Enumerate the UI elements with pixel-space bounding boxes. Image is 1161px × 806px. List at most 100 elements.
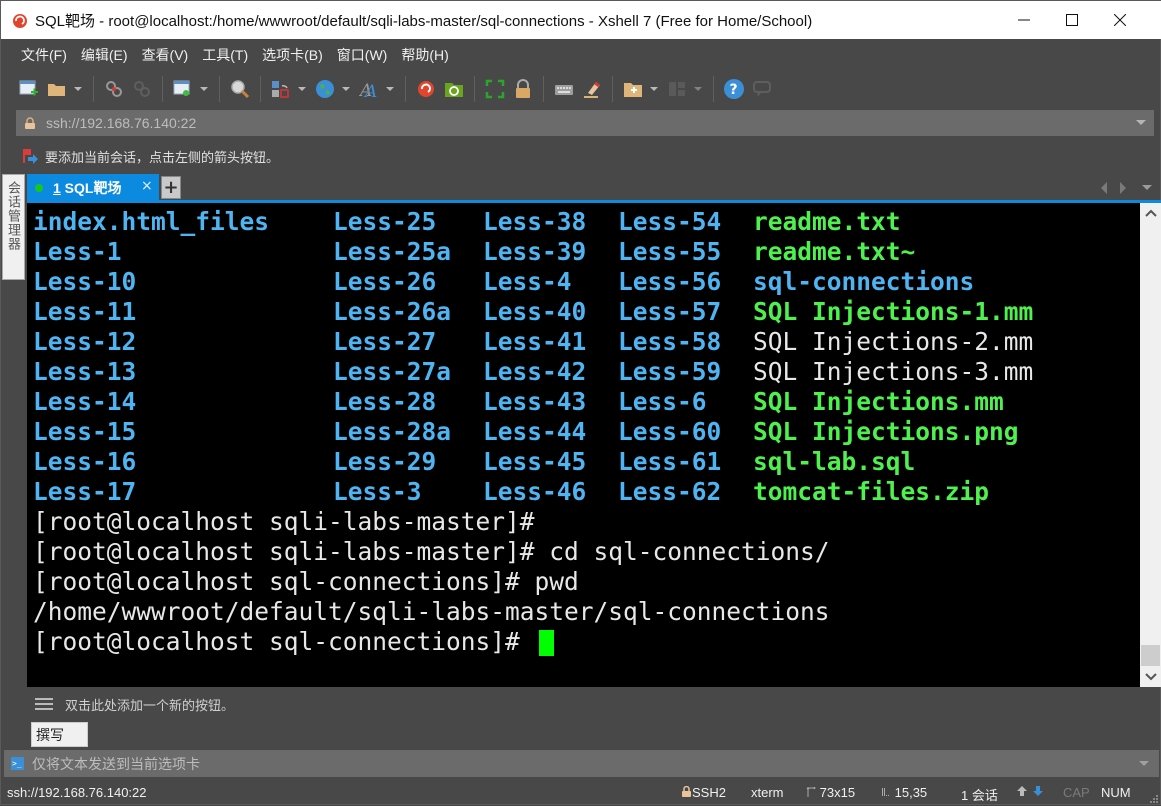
tab-scroll-right-icon[interactable]: [1120, 182, 1126, 194]
keyboard-button[interactable]: [552, 77, 576, 101]
terminal-file-entry: readme.txt~: [753, 237, 916, 266]
tab-scroll-left-icon[interactable]: [1101, 182, 1107, 194]
terminal-line-text: [root@localhost sqli-labs-master]#: [33, 507, 535, 536]
toolbar-separator: [474, 76, 475, 102]
session-properties-button[interactable]: [171, 77, 195, 101]
cursor-position-icon: [882, 788, 889, 796]
terminal-file-entry: SQL Injections-2.mm: [753, 327, 1034, 356]
new-folder-dropdown[interactable]: [649, 77, 659, 101]
terminal-file-entry: SQL Injections-1.mm: [753, 297, 1034, 326]
chevron-down-icon: [1144, 673, 1157, 681]
menu-help[interactable]: 帮助(H): [401, 45, 448, 65]
menu-icon[interactable]: [35, 697, 53, 711]
terminal-file-entry: Less-17: [33, 477, 137, 506]
help-button[interactable]: ?: [722, 77, 746, 101]
open-button[interactable]: [45, 77, 69, 101]
menu-file[interactable]: 文件(F): [21, 45, 67, 65]
terminal-file-entry: SQL Injections.png: [753, 417, 1019, 446]
address-bar[interactable]: ssh://192.168.76.140:22: [16, 110, 1154, 136]
terminal-file-entry: Less-28: [333, 387, 437, 416]
layout-dropdown: [693, 77, 703, 101]
toolbar-separator: [219, 76, 220, 102]
maximize-button[interactable]: [1049, 1, 1095, 39]
terminal-listing-row: Less-10 Less-26 Less-4 Less-56 sql-connectio…: [33, 267, 974, 297]
tab-sql-target[interactable]: 1 SQL靶场 ×: [27, 174, 159, 201]
menu-view[interactable]: 查看(V): [142, 45, 189, 65]
layout-button: [665, 77, 689, 101]
close-button[interactable]: [1097, 1, 1143, 39]
highlight-icon: [584, 82, 600, 98]
new-folder-button[interactable]: [621, 77, 645, 101]
terminal-line-text: /home/wwwroot/default/sqli-labs-master/s…: [33, 597, 830, 626]
xshell-button[interactable]: [414, 77, 438, 101]
session-properties-dropdown[interactable]: [199, 77, 209, 101]
address-input[interactable]: ssh://192.168.76.140:22: [46, 115, 196, 131]
session-manager-tab[interactable]: 会话管理器: [2, 174, 25, 280]
new-session-button[interactable]: [17, 77, 41, 101]
new-tab-button[interactable]: +: [161, 176, 181, 199]
terminal-file-entry: Less-59: [618, 357, 722, 386]
menu-edit[interactable]: 编辑(E): [81, 45, 128, 65]
terminal[interactable]: index.html_files Less-25 Less-38 Less-54 rea…: [27, 203, 1140, 687]
terminal-listing-row: Less-14 Less-28 Less-43 Less-6 SQL Injection…: [33, 387, 1004, 417]
terminal-prompt-icon: >_: [11, 757, 24, 770]
protocol-label: SSH2: [692, 785, 726, 800]
terminal-file-entry: Less-13: [33, 357, 137, 386]
scroll-down-button[interactable]: [1140, 667, 1161, 687]
status-protocol: SSH2: [681, 785, 726, 800]
quick-command-hint: 双击此处添加一个新的按钮。: [65, 697, 235, 713]
font-dropdown[interactable]: [385, 77, 395, 101]
terminal-file-entry: Less-11: [33, 297, 137, 326]
fullscreen-button[interactable]: [483, 77, 507, 101]
terminal-line: [root@localhost sqli-labs-master]#: [33, 507, 830, 537]
transfer-button[interactable]: [269, 77, 293, 101]
address-dropdown-icon[interactable]: [1136, 120, 1146, 125]
lock-button[interactable]: [511, 77, 535, 101]
toolbar-separator: [713, 76, 714, 102]
globe-button[interactable]: [313, 77, 337, 101]
globe-dropdown[interactable]: [341, 77, 351, 101]
terminal-listing-row: Less-16 Less-29 Less-45 Less-61 sql-lab.sql: [33, 447, 915, 477]
send-to-bar[interactable]: >_ 仅将文本发送到当前选项卡: [4, 750, 1159, 777]
terminal-file-entry: Less-58: [618, 327, 722, 356]
scroll-thumb[interactable]: [1141, 645, 1160, 666]
toolbar: AA ?: [1, 71, 1161, 107]
resize-grip-icon[interactable]: [1148, 795, 1158, 805]
terminal-file-entry: Less-15: [33, 417, 137, 446]
terminal-scrollbar[interactable]: [1140, 203, 1161, 687]
find-button[interactable]: [228, 77, 252, 101]
terminal-file-entry: Less-55: [618, 237, 722, 266]
tab-list-dropdown-icon[interactable]: [1142, 185, 1152, 190]
font-button[interactable]: AA: [357, 77, 381, 101]
terminal-listing-row: Less-15 Less-28a Less-44 Less-60 SQL Injecti…: [33, 417, 1019, 447]
status-transfer: [1016, 785, 1048, 800]
transfer-dropdown[interactable]: [297, 77, 307, 101]
terminal-file-entry: readme.txt: [753, 207, 901, 236]
terminal-file-entry: Less-42: [483, 357, 587, 386]
open-dropdown[interactable]: [73, 77, 83, 101]
highlight-button[interactable]: [580, 77, 604, 101]
new-session-icon: [19, 80, 38, 96]
toolbar-separator: [93, 76, 94, 102]
terminal-file-entry: Less-14: [33, 387, 137, 416]
tab-bar: 1 SQL靶场 × +: [27, 174, 1161, 201]
scroll-up-button[interactable]: [1140, 203, 1161, 223]
new-folder-icon: [624, 83, 642, 97]
xftp-button[interactable]: [442, 77, 466, 101]
menu-tools[interactable]: 工具(T): [202, 45, 248, 65]
menu-tabs[interactable]: 选项卡(B): [262, 45, 323, 65]
terminal-file-entry: Less-3: [333, 477, 422, 506]
quick-command-bar[interactable]: 双击此处添加一个新的按钮。: [27, 689, 1161, 719]
add-session-arrow-icon[interactable]: [23, 148, 39, 164]
terminal-file-entry: Less-57: [618, 297, 722, 326]
send-to-dropdown-icon[interactable]: [1139, 761, 1149, 766]
compose-button[interactable]: 撰写: [31, 722, 88, 747]
minimize-button[interactable]: [1001, 1, 1047, 39]
session-hint-bar: 要添加当前会话，点击左侧的箭头按钮。: [23, 146, 279, 166]
menu-window[interactable]: 窗口(W): [337, 45, 388, 65]
reconnect-button[interactable]: [102, 77, 126, 101]
tab-close-icon[interactable]: ×: [141, 178, 153, 194]
terminal-file-entry: Less-27a: [333, 357, 452, 386]
status-cursor-position: 15,35: [881, 785, 927, 800]
terminal-line: /home/wwwroot/default/sqli-labs-master/s…: [33, 597, 830, 627]
